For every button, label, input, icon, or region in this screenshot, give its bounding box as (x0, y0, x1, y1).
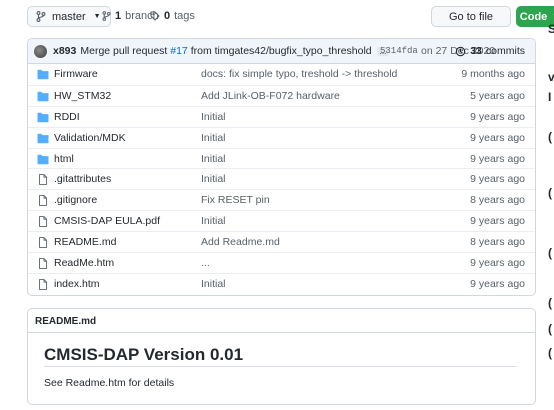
file-commit-message[interactable]: Add Readme.md (201, 236, 280, 248)
commits-label: commits (485, 45, 525, 57)
file-row[interactable]: RDDI Initial 9 years ago (28, 105, 535, 127)
file-name-link[interactable]: HW_STM32 (54, 90, 111, 102)
git-branch-icon (102, 11, 111, 21)
file-commit-age: 8 years ago (470, 194, 525, 207)
file-name-link[interactable]: ReadMe.htm (54, 257, 114, 269)
branches-count: 1 (115, 10, 122, 22)
history-icon (455, 46, 466, 56)
commits-count: 33 (470, 45, 482, 57)
folder-icon (37, 69, 49, 80)
git-branch-icon (36, 11, 46, 22)
commit-author[interactable]: x893 (53, 45, 76, 57)
folder-icon (37, 91, 49, 102)
file-row[interactable]: Validation/MDK Initial 9 years ago (28, 126, 535, 148)
repo-toolbar: master ▼ 1 branch 0 tags Go to file Code… (27, 6, 554, 28)
file-name-link[interactable]: .gitignore (54, 194, 97, 206)
file-commit-age: 9 months ago (461, 68, 525, 81)
file-name-link[interactable]: CMSIS-DAP EULA.pdf (54, 215, 160, 227)
folder-icon (37, 154, 49, 165)
tags-link[interactable]: 0 tags (150, 10, 195, 22)
file-commit-age: 9 years ago (470, 110, 525, 123)
file-row[interactable]: README.md Add Readme.md 8 years ago (28, 231, 535, 252)
code-button-label: Code (519, 10, 548, 23)
clipped-text-fragment: v (548, 70, 554, 84)
clipped-text-fragment: ( (548, 186, 552, 200)
file-name-link[interactable]: Validation/MDK (54, 132, 126, 144)
file-name-link[interactable]: html (54, 153, 74, 165)
branch-selector-button[interactable]: master ▼ (27, 6, 111, 27)
pull-request-link[interactable]: #17 (170, 45, 188, 57)
file-name-link[interactable]: index.htm (54, 278, 100, 290)
file-commit-message[interactable]: Initial (201, 153, 226, 165)
commits-link[interactable]: 33 commits (455, 45, 525, 57)
commit-message-prefix[interactable]: Merge pull request (80, 45, 167, 57)
readme-panel: README.md CMSIS-DAP Version 0.01 See Rea… (27, 308, 536, 405)
file-list: Firmware docs: fix simple typo, treshold … (28, 64, 535, 294)
file-name-link[interactable]: .gitattributes (54, 173, 111, 185)
file-icon (37, 174, 49, 186)
file-row[interactable]: HW_STM32 Add JLink-OB-F072 hardware 5 year… (28, 84, 535, 106)
divider (44, 366, 517, 367)
file-commit-age: 8 years ago (470, 236, 525, 249)
latest-commit-bar: x893 Merge pull request #17 from timgate… (28, 39, 535, 64)
clipped-text-fragment: ( (548, 322, 552, 336)
file-name-link[interactable]: Firmware (54, 68, 98, 80)
file-row[interactable]: Firmware docs: fix simple typo, treshold … (28, 64, 535, 85)
chevron-down-icon: ▼ (93, 13, 101, 20)
clipped-text-fragment: ( (548, 130, 552, 144)
file-icon (37, 237, 49, 248)
clipped-text-fragment: ( (548, 346, 552, 360)
file-commit-message[interactable]: Initial (201, 278, 226, 290)
file-commit-age: 5 years ago (470, 89, 525, 102)
file-icon (37, 258, 49, 269)
file-row[interactable]: html Initial 9 years ago (28, 147, 535, 169)
file-commit-age: 9 years ago (470, 277, 525, 290)
clipped-text-fragment: ( (548, 246, 552, 260)
file-commit-age: 9 years ago (470, 152, 525, 165)
clipped-text-fragment: I (548, 90, 552, 104)
file-row[interactable]: .gitignore Fix RESET pin 8 years ago (28, 189, 535, 210)
tags-count: 0 (164, 10, 171, 22)
file-icon (37, 279, 49, 290)
avatar[interactable] (34, 44, 47, 58)
file-icon (37, 195, 49, 207)
readme-body-text: See Readme.htm for details (44, 377, 175, 389)
file-row[interactable]: CMSIS-DAP EULA.pdf Initial 9 years ago (28, 210, 535, 231)
file-row[interactable]: ReadMe.htm... 9 years ago (28, 252, 535, 273)
file-browser: x893 Merge pull request #17 from timgate… (27, 38, 536, 296)
commit-hash[interactable]: 5314fda (380, 46, 418, 56)
commit-message-suffix[interactable]: from timgates42/bugfix_typo_threshold (191, 45, 372, 57)
file-row[interactable]: index.htm Initial 9 years ago (28, 272, 535, 294)
readme-filename[interactable]: README.md (28, 309, 535, 333)
clipped-text-fragment: S (548, 22, 554, 36)
file-commit-age: 9 years ago (470, 173, 525, 186)
file-commit-message[interactable]: Initial (201, 173, 226, 185)
tags-label: tags (174, 10, 195, 22)
tag-icon (150, 11, 160, 21)
go-to-file-button[interactable]: Go to file (431, 6, 511, 27)
file-commit-age: 9 years ago (470, 256, 525, 269)
folder-icon (37, 133, 49, 144)
file-name-link[interactable]: RDDI (54, 111, 80, 123)
folder-icon (37, 112, 49, 123)
file-commit-age: 9 years ago (470, 131, 525, 144)
file-name-link[interactable]: README.md (54, 236, 116, 248)
file-commit-message[interactable]: Initial (201, 132, 226, 144)
file-icon (37, 216, 49, 228)
branch-name: master (52, 10, 86, 23)
clipped-text-fragment: ( (548, 296, 552, 310)
file-commit-message[interactable]: Add JLink-OB-F072 hardware (201, 90, 340, 102)
file-commit-message[interactable]: ... (201, 257, 210, 269)
readme-heading: CMSIS-DAP Version 0.01 (44, 345, 244, 364)
file-commit-age: 9 years ago (470, 215, 525, 228)
file-commit-message[interactable]: Initial (201, 215, 226, 227)
file-commit-message[interactable]: Initial (201, 111, 226, 123)
file-commit-message[interactable]: docs: fix simple typo, treshold -> thres… (201, 68, 397, 80)
file-commit-message[interactable]: Fix RESET pin (201, 194, 270, 206)
file-row[interactable]: .gitattributes Initial 9 years ago (28, 168, 535, 189)
